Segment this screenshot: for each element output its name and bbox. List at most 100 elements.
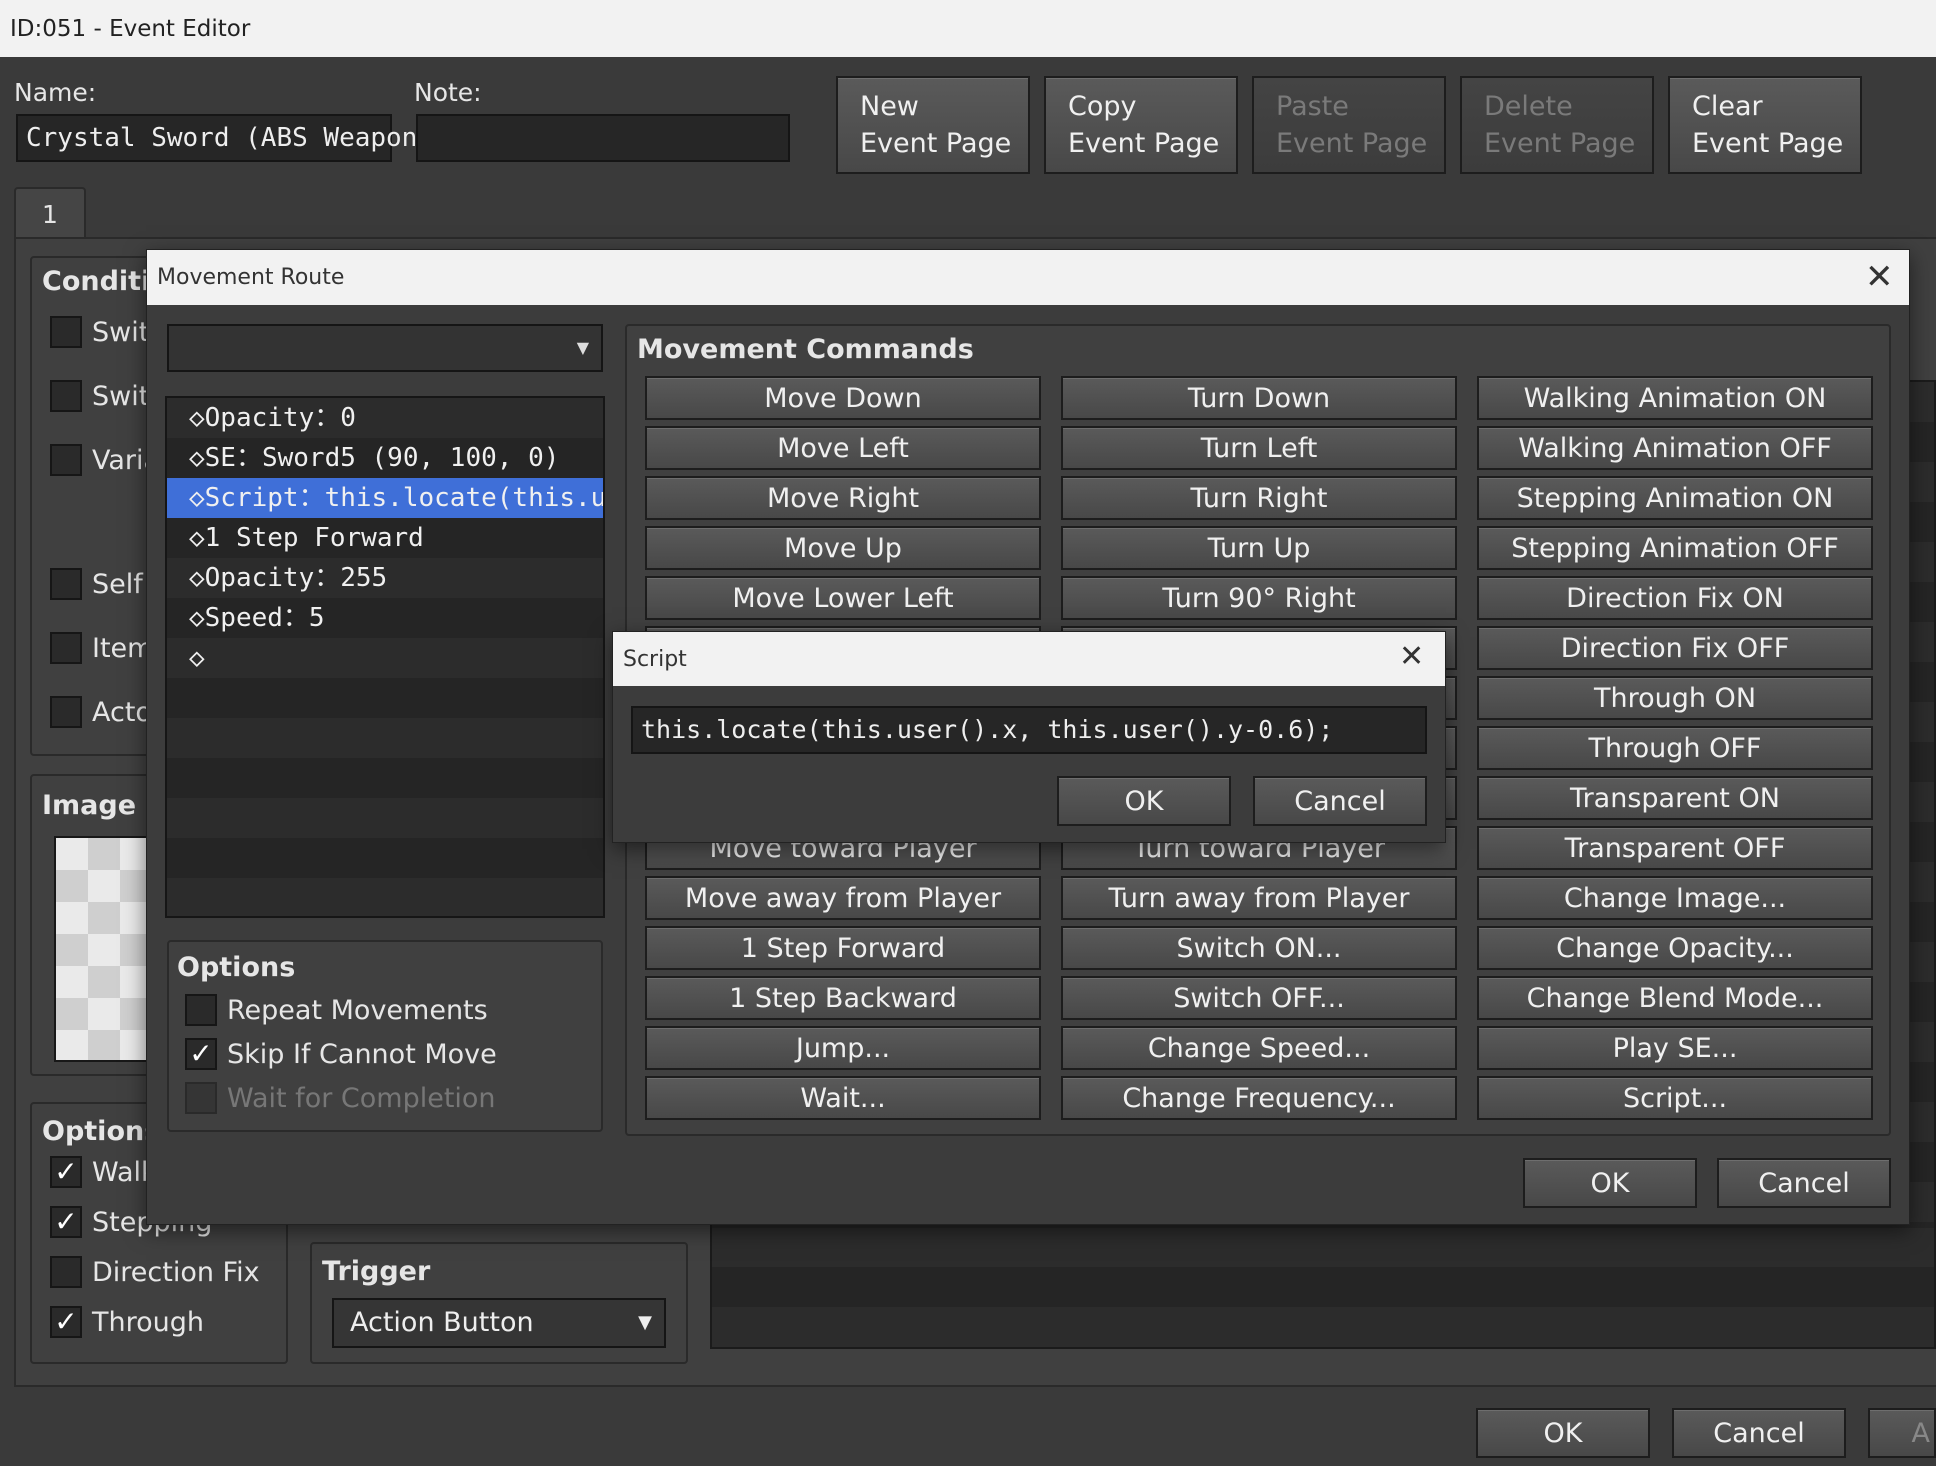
script-ok-button[interactable]: OK: [1057, 776, 1231, 826]
route-item-se[interactable]: ◇SE：Sword5 (90, 100, 0): [167, 438, 603, 478]
cmd-transparent-off-button[interactable]: Transparent OFF: [1477, 826, 1873, 870]
cmd-move-away-from-player-button[interactable]: Move away from Player: [645, 876, 1041, 920]
checkbox[interactable]: [50, 632, 82, 664]
conditions-label: Conditi: [42, 266, 151, 297]
condition-item[interactable]: Item: [50, 632, 153, 664]
checkbox[interactable]: [50, 1256, 82, 1288]
event-apply-button[interactable]: A: [1868, 1408, 1936, 1458]
checkbox[interactable]: [50, 568, 82, 600]
checkbox[interactable]: [50, 444, 82, 476]
checkbox[interactable]: [50, 316, 82, 348]
cmd-change-opacity-button[interactable]: Change Opacity...: [1477, 926, 1873, 970]
clear-event-page-button[interactable]: Clear Event Page: [1668, 76, 1862, 174]
condition-actor[interactable]: Acto: [50, 696, 152, 728]
checkbox[interactable]: [185, 994, 217, 1026]
close-icon[interactable]: ✕: [1865, 260, 1894, 294]
note-label: Note:: [414, 78, 482, 107]
cmd-wait-button[interactable]: Wait...: [645, 1076, 1041, 1120]
option-through[interactable]: ✓ Through: [50, 1306, 204, 1338]
new-event-page-button[interactable]: New Event Page: [836, 76, 1030, 174]
route-item-step-forward[interactable]: ◇1 Step Forward: [167, 518, 603, 558]
checkmark-icon[interactable]: ✓: [50, 1306, 82, 1338]
cmd-walking-animation-on-button[interactable]: Walking Animation ON: [1477, 376, 1873, 420]
checkmark-icon[interactable]: ✓: [185, 1038, 217, 1070]
cmd-move-lower-left-button[interactable]: Move Lower Left: [645, 576, 1041, 620]
name-field[interactable]: Crystal Sword (ABS Weapon): [16, 114, 433, 162]
cmd-move-up-button[interactable]: Move Up: [645, 526, 1041, 570]
cmd-play-se-button[interactable]: Play SE...: [1477, 1026, 1873, 1070]
cmd-change-speed-button[interactable]: Change Speed...: [1061, 1026, 1457, 1070]
checkmark-icon[interactable]: ✓: [50, 1206, 82, 1238]
options-label: Options: [42, 1116, 161, 1147]
checkbox[interactable]: [50, 696, 82, 728]
paste-event-page-button[interactable]: Paste Event Page: [1252, 76, 1446, 174]
route-item-script[interactable]: ◇Script：this.locate(this.u···: [167, 478, 603, 518]
cmd-transparent-on-button[interactable]: Transparent ON: [1477, 776, 1873, 820]
cmd-1-step-forward-button[interactable]: 1 Step Forward: [645, 926, 1041, 970]
script-dialog: Script ✕ this.locate(this.user().x, this…: [612, 631, 1446, 843]
condition-self-switch[interactable]: Self: [50, 568, 143, 600]
route-command-list[interactable]: ◇Opacity：0 ◇SE：Sword5 (90, 100, 0) ◇Scri…: [165, 396, 605, 918]
tab-page-1[interactable]: 1: [14, 187, 86, 239]
condition-variable[interactable]: Varia: [50, 444, 160, 476]
checkbox[interactable]: [185, 1082, 217, 1114]
route-item-end[interactable]: ◇: [167, 638, 603, 678]
cmd-through-off-button[interactable]: Through OFF: [1477, 726, 1873, 770]
route-item-speed[interactable]: ◇Speed：5: [167, 598, 603, 638]
trigger-group: Trigger Action Button ▼: [310, 1242, 688, 1364]
script-input[interactable]: this.locate(this.user().x, this.user().y…: [631, 706, 1427, 754]
cmd-move-down-button[interactable]: Move Down: [645, 376, 1041, 420]
checkbox[interactable]: [50, 380, 82, 412]
route-cancel-button[interactable]: Cancel: [1717, 1158, 1891, 1208]
route-item-opacity-0[interactable]: ◇Opacity：0: [167, 398, 603, 438]
cmd-stepping-animation-off-button[interactable]: Stepping Animation OFF: [1477, 526, 1873, 570]
cmd-change-image-button[interactable]: Change Image...: [1477, 876, 1873, 920]
condition-switch-2[interactable]: Swit: [50, 380, 149, 412]
copy-event-page-button[interactable]: Copy Event Page: [1044, 76, 1238, 174]
skip-if-cannot-move-option[interactable]: ✓ Skip If Cannot Move: [185, 1038, 497, 1070]
cmd-turn-down-button[interactable]: Turn Down: [1061, 376, 1457, 420]
cmd-switch-on-button[interactable]: Switch ON...: [1061, 926, 1457, 970]
chevron-down-icon: ▼: [638, 1312, 652, 1333]
movement-route-titlebar: Movement Route: [147, 250, 1909, 305]
image-label: Image: [42, 790, 137, 821]
cmd-switch-off-button[interactable]: Switch OFF...: [1061, 976, 1457, 1020]
cmd-1-step-backward-button[interactable]: 1 Step Backward: [645, 976, 1041, 1020]
wait-for-completion-option[interactable]: Wait for Completion: [185, 1082, 496, 1114]
cmd-move-left-button[interactable]: Move Left: [645, 426, 1041, 470]
option-direction-fix[interactable]: Direction Fix: [50, 1256, 260, 1288]
delete-event-page-button[interactable]: Delete Event Page: [1460, 76, 1654, 174]
option-walking[interactable]: ✓ Walk: [50, 1156, 157, 1188]
cmd-direction-fix-off-button[interactable]: Direction Fix OFF: [1477, 626, 1873, 670]
event-contents-list[interactable]: [710, 1225, 1936, 1349]
name-label: Name:: [14, 78, 97, 107]
window-title: ID:051 - Event Editor: [10, 15, 251, 42]
cmd-turn-right-button[interactable]: Turn Right: [1061, 476, 1457, 520]
cmd-walking-animation-off-button[interactable]: Walking Animation OFF: [1477, 426, 1873, 470]
cmd-change-blend-mode-button[interactable]: Change Blend Mode...: [1477, 976, 1873, 1020]
event-ok-button[interactable]: OK: [1476, 1408, 1650, 1458]
cmd-direction-fix-on-button[interactable]: Direction Fix ON: [1477, 576, 1873, 620]
cmd-turn-away-from-player-button[interactable]: Turn away from Player: [1061, 876, 1457, 920]
cmd-jump-button[interactable]: Jump...: [645, 1026, 1041, 1070]
note-field[interactable]: [416, 114, 790, 162]
route-item-opacity-255[interactable]: ◇Opacity：255: [167, 558, 603, 598]
script-cancel-button[interactable]: Cancel: [1253, 776, 1427, 826]
route-target-select[interactable]: ▼: [167, 324, 603, 372]
repeat-movements-option[interactable]: Repeat Movements: [185, 994, 488, 1026]
cmd-turn-left-button[interactable]: Turn Left: [1061, 426, 1457, 470]
cmd-move-right-button[interactable]: Move Right: [645, 476, 1041, 520]
cmd-turn-up-button[interactable]: Turn Up: [1061, 526, 1457, 570]
cmd-script-button[interactable]: Script...: [1477, 1076, 1873, 1120]
close-icon[interactable]: ✕: [1399, 642, 1424, 672]
route-options-label: Options: [177, 952, 296, 983]
cmd-through-on-button[interactable]: Through ON: [1477, 676, 1873, 720]
condition-switch-1[interactable]: Swit: [50, 316, 149, 348]
cmd-stepping-animation-on-button[interactable]: Stepping Animation ON: [1477, 476, 1873, 520]
trigger-select[interactable]: Action Button ▼: [332, 1298, 666, 1348]
cmd-turn-90-right-button[interactable]: Turn 90° Right: [1061, 576, 1457, 620]
event-cancel-button[interactable]: Cancel: [1672, 1408, 1846, 1458]
cmd-change-frequency-button[interactable]: Change Frequency...: [1061, 1076, 1457, 1120]
route-ok-button[interactable]: OK: [1523, 1158, 1697, 1208]
checkmark-icon[interactable]: ✓: [50, 1156, 82, 1188]
